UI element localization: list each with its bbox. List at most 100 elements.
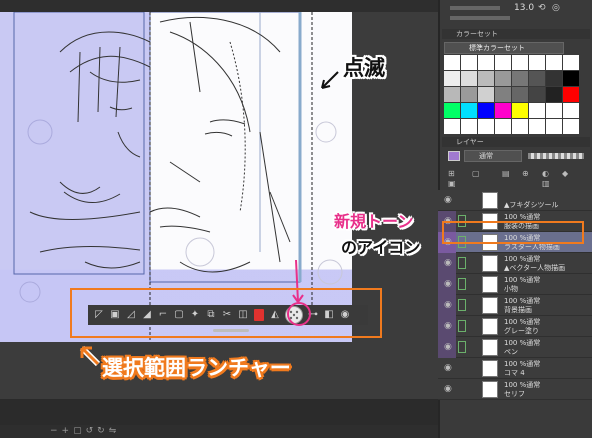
color-swatch[interactable]	[546, 119, 562, 134]
layer-lock-box[interactable]	[458, 257, 466, 269]
visibility-eye-icon[interactable]: ◉	[444, 342, 452, 352]
color-swatch[interactable]	[529, 87, 545, 102]
layer-row[interactable]: ◉ 100 %通常 セリフ	[438, 379, 592, 400]
rotation-slider[interactable]	[450, 16, 510, 20]
visibility-eye-icon[interactable]: ◉	[444, 321, 452, 331]
color-swatch[interactable]	[529, 71, 545, 86]
blend-mode-dropdown[interactable]: 通常	[464, 150, 522, 162]
color-swatch[interactable]	[444, 55, 460, 70]
color-swatch[interactable]	[444, 71, 460, 86]
layer-row[interactable]: ◉ 100 %通常 ペン	[438, 337, 592, 358]
color-swatch[interactable]	[512, 55, 528, 70]
color-swatch[interactable]	[563, 103, 579, 118]
paint-icon[interactable]: ◭	[268, 308, 282, 322]
color-swatch[interactable]	[546, 87, 562, 102]
visibility-eye-icon[interactable]: ◉	[444, 279, 452, 289]
color-swatch[interactable]	[546, 71, 562, 86]
color-swatch[interactable]	[478, 71, 494, 86]
zoom-slider[interactable]	[450, 6, 500, 10]
color-swatch[interactable]	[495, 55, 511, 70]
color-swatch[interactable]	[495, 87, 511, 102]
layer-color-icon[interactable]	[448, 151, 460, 161]
layer-row[interactable]: ◉ ▲フキダシツール	[438, 190, 592, 211]
layer-row[interactable]: ◉ 100 %通常 グレー塗り	[438, 316, 592, 337]
color-swatch[interactable]	[495, 119, 511, 134]
zoom-out-icon[interactable]: −	[50, 427, 58, 436]
color-swatch[interactable]	[546, 103, 562, 118]
color-swatch[interactable]	[461, 119, 477, 134]
delete-icon[interactable]: ▥	[542, 179, 550, 188]
visibility-eye-icon[interactable]: ◉	[444, 300, 452, 310]
deselect-icon[interactable]: ◸	[92, 308, 106, 322]
layer-tool-icon-2[interactable]: ⊕	[522, 169, 529, 178]
layer-tool-icon-3[interactable]: ◐	[542, 169, 549, 178]
color-swatch[interactable]	[478, 103, 494, 118]
color-swatch[interactable]	[512, 71, 528, 86]
color-swatch[interactable]	[495, 71, 511, 86]
color-swatch[interactable]	[563, 119, 579, 134]
transform-icon[interactable]: ✦	[188, 308, 202, 322]
color-swatch[interactable]	[478, 119, 494, 134]
opacity-slider[interactable]	[528, 153, 584, 159]
zoom-in-icon[interactable]: +	[62, 427, 70, 436]
expand-icon[interactable]: ◿	[124, 308, 138, 322]
color-swatch[interactable]	[495, 103, 511, 118]
layer-lock-box[interactable]	[458, 320, 466, 332]
layer-tool-icon[interactable]: ▤	[502, 169, 510, 178]
rotate-right-icon[interactable]: ↻	[97, 427, 105, 436]
color-swatch[interactable]	[512, 87, 528, 102]
color-swatch[interactable]	[546, 55, 562, 70]
clear-icon[interactable]: ▢	[172, 308, 186, 322]
color-swatch[interactable]	[478, 87, 494, 102]
color-swatch[interactable]	[529, 119, 545, 134]
color-swatch[interactable]	[512, 119, 528, 134]
color-swatch[interactable]	[444, 103, 460, 118]
color-swatch[interactable]	[461, 87, 477, 102]
copy-icon[interactable]: ⧉	[204, 308, 218, 322]
rotate-icon[interactable]: ⟲	[538, 3, 546, 13]
layer-row[interactable]: ◉ 100 %通常 コマ 4	[438, 358, 592, 379]
settings-icon[interactable]: ◉	[338, 308, 352, 322]
color-swatch[interactable]	[444, 119, 460, 134]
selection-launcher[interactable]: ◸ ▣ ◿ ◢ ⌐ ▢ ✦ ⧉ ✂ ◫ ◭ ⊶ ◧ ◉	[88, 305, 368, 325]
color-swatch[interactable]	[529, 103, 545, 118]
color-swatch[interactable]	[563, 55, 579, 70]
layer-lock-box[interactable]	[458, 299, 466, 311]
fill-icon[interactable]: ◫	[236, 308, 250, 322]
visibility-eye-icon[interactable]: ◉	[444, 363, 452, 373]
lock-icon[interactable]: ▢	[472, 169, 480, 178]
visibility-eye-icon[interactable]: ◉	[444, 258, 452, 268]
layer-row[interactable]: ◉ 100 %通常 背景描画	[438, 295, 592, 316]
horizontal-scrollbar[interactable]	[0, 399, 438, 400]
color-swatch[interactable]	[563, 87, 579, 102]
layer-lock-box[interactable]	[458, 278, 466, 290]
color-swatch[interactable]	[478, 55, 494, 70]
visibility-eye-icon[interactable]: ◉	[444, 384, 452, 394]
reset-icon[interactable]: ◎	[552, 3, 560, 13]
border-icon[interactable]: ◧	[322, 308, 336, 322]
invert-icon[interactable]: ▣	[108, 308, 122, 322]
color-swatch[interactable]	[461, 103, 477, 118]
crop-icon[interactable]: ⌐	[156, 308, 170, 322]
fit-icon[interactable]: ▢	[73, 427, 82, 436]
color-swatch[interactable]	[461, 55, 477, 70]
new-layer-icon[interactable]	[254, 309, 264, 321]
layer-row[interactable]: ◉ 100 %通常 ▲ベクター人物描画	[438, 253, 592, 274]
color-swatch[interactable]	[461, 71, 477, 86]
layer-tool-icon-4[interactable]: ◆	[562, 169, 568, 178]
color-swatch[interactable]	[563, 71, 579, 86]
cut-paste-icon[interactable]: ✂	[220, 308, 234, 322]
clip-icon[interactable]: ⊞	[448, 169, 455, 178]
rotate-left-icon[interactable]: ↺	[86, 427, 94, 436]
flip-icon[interactable]: ⇋	[109, 427, 117, 436]
launcher-handle[interactable]	[213, 329, 249, 332]
layer-row[interactable]: ◉ 100 %通常 小物	[438, 274, 592, 295]
visibility-eye-icon[interactable]: ◉	[444, 195, 452, 205]
color-set-dropdown[interactable]: 標準カラーセット	[444, 42, 564, 54]
color-swatch[interactable]	[512, 103, 528, 118]
color-swatch[interactable]	[529, 55, 545, 70]
shrink-icon[interactable]: ◢	[140, 308, 154, 322]
color-swatch[interactable]	[444, 87, 460, 102]
folder-icon[interactable]: ▣	[448, 179, 456, 188]
layer-lock-box[interactable]	[458, 341, 466, 353]
